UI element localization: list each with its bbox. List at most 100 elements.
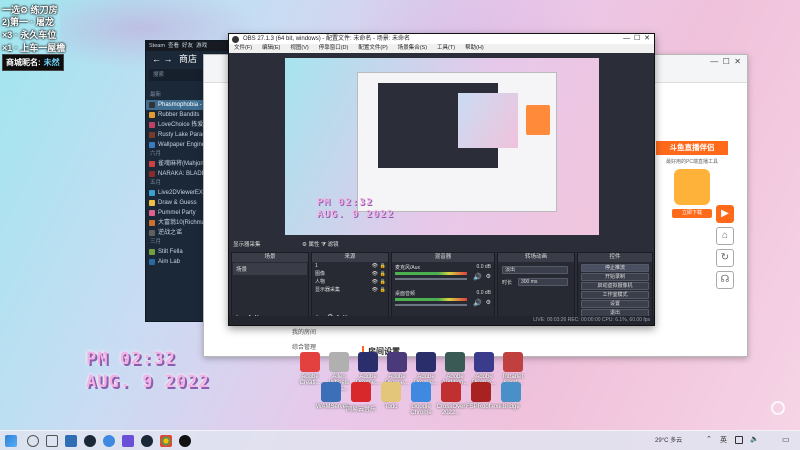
headset-icon[interactable]: ☊ xyxy=(716,271,734,289)
transition-type-select[interactable]: 淡出 xyxy=(502,266,568,274)
notification-icon[interactable]: ▭ xyxy=(782,435,790,444)
chevron-up-icon[interactable]: ⌃ xyxy=(706,435,712,443)
play-icon[interactable]: ▶ xyxy=(716,205,734,223)
preview-clock-date: AUG. 9 2022 xyxy=(317,209,395,220)
start-icon[interactable] xyxy=(5,435,17,447)
explorer-icon[interactable] xyxy=(65,435,77,447)
obs-menu-item[interactable]: 配置文件(P) xyxy=(358,45,387,51)
wifi-icon[interactable] xyxy=(735,436,743,444)
chrome-icon[interactable] xyxy=(160,435,172,447)
desktop-icon[interactable]: Adobe Premie... xyxy=(411,352,441,386)
source-item[interactable]: 1 👁 🔒 xyxy=(312,262,388,270)
task-view-icon[interactable] xyxy=(46,435,58,447)
desktop-icon[interactable]: Adobe Premie... xyxy=(382,352,412,386)
volume-icon[interactable]: 🔈 xyxy=(750,435,759,443)
source-toolbar-properties[interactable]: 属性 xyxy=(309,242,320,248)
gear-icon[interactable]: ⚙ xyxy=(486,299,491,306)
desktop-icon[interactable]: WAMServer xyxy=(316,382,348,410)
source-item[interactable]: 显示器采集 👁 🔒 xyxy=(312,286,388,294)
obs-menu-item[interactable]: 场景集合(S) xyxy=(398,45,427,51)
steam-icon[interactable] xyxy=(141,435,153,447)
desktop-icon[interactable]: FSPRoof.exe xyxy=(466,382,502,410)
lock-icon[interactable]: 🔒 xyxy=(380,270,386,278)
ime-indicator[interactable]: 英 xyxy=(720,435,727,445)
promo-download-button[interactable]: 立即下载 xyxy=(672,209,712,218)
obs-statusbar: LIVE: 00:03:26 REC: 00:00:00 CPU: 6.1%, … xyxy=(229,316,654,325)
obs-menu-item[interactable]: 停靠窗口(D) xyxy=(319,45,349,51)
back-arrow-icon[interactable]: ← xyxy=(152,54,161,64)
desktop-icon[interactable]: Adobe Premie... xyxy=(469,352,499,386)
stop-streaming-button[interactable]: 停止推流 xyxy=(581,264,649,272)
desktop-icon[interactable]: Todo xyxy=(376,382,406,410)
obs-window[interactable]: OBS 27.1.3 (64 bit, windows) - 配置文件: 未命名… xyxy=(228,33,655,326)
studio-mode-button[interactable]: 工作室模式 xyxy=(581,291,649,299)
eye-icon[interactable]: 👁 xyxy=(372,270,378,278)
app-icon[interactable] xyxy=(122,435,134,447)
refresh-icon[interactable]: ↻ xyxy=(716,249,734,267)
obs-menu-item[interactable]: 帮助(H) xyxy=(465,45,484,51)
speaker-icon[interactable]: 🔊 xyxy=(473,273,482,281)
lock-icon[interactable]: 🔒 xyxy=(380,286,386,294)
obs-menu-item[interactable]: 工具(T) xyxy=(437,45,455,51)
steam-menu-friends[interactable]: 好友 xyxy=(182,43,193,49)
speaker-icon[interactable]: 🔊 xyxy=(473,299,482,307)
obs-preview[interactable]: PM 02:32 AUG. 9 2022 xyxy=(285,58,599,235)
source-toolbar-filters[interactable]: 滤镜 xyxy=(328,242,339,248)
close-icon[interactable]: ✕ xyxy=(734,57,741,66)
minimize-icon[interactable]: — xyxy=(623,35,630,42)
steam-menu-games[interactable]: 游戏 xyxy=(196,43,207,49)
lock-icon[interactable]: 🔒 xyxy=(380,278,386,286)
close-icon[interactable]: ✕ xyxy=(644,35,650,42)
minimize-icon[interactable]: — xyxy=(710,57,718,66)
desktop-icon[interactable]: Adobe Creati... xyxy=(295,352,325,386)
desktop-icon[interactable]: Google Chrome xyxy=(406,382,436,416)
eye-icon[interactable]: 👁 xyxy=(372,278,378,286)
desktop-icon[interactable]: Intranet Sport... xyxy=(498,352,528,386)
steam-nav-store[interactable]: 商店 xyxy=(179,54,197,64)
search-icon[interactable] xyxy=(27,435,39,447)
eye-icon[interactable]: 👁 xyxy=(372,286,378,294)
steam-icon[interactable] xyxy=(84,435,96,447)
steam-menu-view[interactable]: 查看 xyxy=(168,43,179,49)
steam-game-label: 逆战之谣 xyxy=(158,230,183,236)
steam-menu-steam[interactable]: Steam xyxy=(149,43,165,49)
obs-menu-item[interactable]: 编辑(E) xyxy=(262,45,280,51)
source-item[interactable]: 人物 👁 🔒 xyxy=(312,278,388,286)
side-item-my-room[interactable]: 我的房间 xyxy=(292,327,316,336)
steam-game-label: Rusty Lake Paradi xyxy=(158,132,208,138)
steam-game-label: Draw & Guess xyxy=(158,200,197,206)
lock-icon[interactable]: 🔒 xyxy=(380,262,386,270)
gear-icon[interactable]: ⚙ xyxy=(486,273,491,280)
settings-button[interactable]: 设置 xyxy=(581,300,649,308)
obs-menu-item[interactable]: 文件(F) xyxy=(234,45,252,51)
desktop-icon[interactable]: Bridge xyxy=(496,382,526,410)
promo-subtitle: 最好用的PC端直播工具 xyxy=(666,159,718,165)
filter-icon[interactable]: ⧩ xyxy=(321,242,326,248)
scene-item[interactable]: 场景 xyxy=(233,263,307,275)
game-icon xyxy=(149,190,155,196)
edge-icon[interactable] xyxy=(103,435,115,447)
mixer-volume-slider[interactable] xyxy=(395,304,467,306)
maximize-icon[interactable]: ☐ xyxy=(634,35,640,42)
gear-icon[interactable]: ⚙ xyxy=(302,242,307,248)
side-item-management[interactable]: 综合管理 xyxy=(292,342,316,351)
virtual-camera-button[interactable]: 启动虚拟摄像机 xyxy=(581,282,649,290)
mixer-volume-slider[interactable] xyxy=(395,278,467,280)
forward-arrow-icon[interactable]: → xyxy=(164,54,173,64)
desktop-icon[interactable]: CrossOver 2022... xyxy=(436,382,466,416)
transition-duration-input[interactable]: 300 ms xyxy=(518,278,568,286)
weather-text[interactable]: 29°C 多云 xyxy=(655,435,682,444)
maximize-icon[interactable]: ☐ xyxy=(723,57,730,66)
taskbar: 29°C 多云 ⌃ 英 🔈 ▭ xyxy=(0,430,800,450)
desktop-icon[interactable]: Adobe Audition... xyxy=(440,352,470,386)
desktop-icon[interactable]: Adobe Premie... xyxy=(353,352,383,386)
desktop-widget-icon[interactable] xyxy=(771,401,785,415)
start-recording-button[interactable]: 开始录制 xyxy=(581,273,649,281)
source-item[interactable]: 图像 👁 🔒 xyxy=(312,270,388,278)
obs-icon[interactable] xyxy=(179,435,191,447)
home-icon[interactable]: ⌂ xyxy=(716,227,734,245)
eye-icon[interactable]: 👁 xyxy=(372,262,378,270)
obs-source-toolbar: 显示器采集 ⚙ 属性 ⧩ 滤镜 xyxy=(231,240,651,250)
desktop-icon[interactable]: 网易云音乐 xyxy=(346,382,376,413)
obs-menu-item[interactable]: 视图(V) xyxy=(290,45,308,51)
